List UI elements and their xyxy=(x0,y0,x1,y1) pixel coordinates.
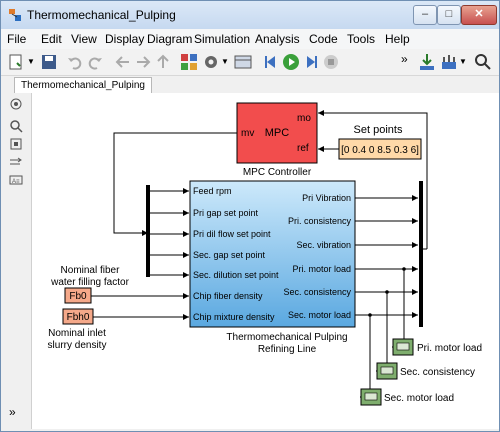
fbh0-label-line1: Nominal inlet xyxy=(48,328,106,339)
menu-analysis[interactable]: Analysis xyxy=(255,32,300,46)
output-sec-motor-load: Sec. motor load xyxy=(288,310,351,320)
output-pri-motor-load: Pri. motor load xyxy=(292,264,351,274)
fb0-name: Fb0 xyxy=(69,291,87,302)
menu-simulation[interactable]: Simulation xyxy=(194,32,250,46)
menu-tools[interactable]: Tools xyxy=(347,32,375,46)
scope-label-sec-consistency: Sec. consistency xyxy=(400,367,475,378)
library-browser-icon[interactable] xyxy=(179,52,199,72)
svg-text:A≡: A≡ xyxy=(12,179,20,185)
mpc-port-mo: mo xyxy=(297,113,311,124)
up-icon[interactable] xyxy=(153,52,173,72)
undo-icon[interactable] xyxy=(65,52,85,72)
simulink-model-icon xyxy=(9,9,21,21)
input-feed-rpm: Feed rpm xyxy=(193,186,232,196)
mpc-label: MPC Controller xyxy=(243,167,312,178)
input-pri-dil: Pri dil flow set point xyxy=(193,229,271,239)
redo-icon[interactable] xyxy=(85,52,105,72)
menu-help[interactable]: Help xyxy=(385,32,410,46)
scope-label-pri-motor-load: Pri. motor load xyxy=(417,343,482,354)
scope-label-sec-motor-load: Sec. motor load xyxy=(384,393,454,404)
left-palette: A≡ » xyxy=(1,93,32,429)
settings-dropdown-icon[interactable]: ▼ xyxy=(221,57,229,77)
fb0-label-line1: Nominal fiber xyxy=(61,265,121,276)
toolbar-overflow-icon[interactable]: » xyxy=(401,52,413,72)
input-chip-fiber: Chip fiber density xyxy=(193,291,263,301)
fit-to-view-icon[interactable] xyxy=(9,137,23,151)
input-demux-bar xyxy=(146,185,150,277)
search-icon[interactable] xyxy=(473,52,493,72)
menu-code[interactable]: Code xyxy=(309,32,338,46)
settings-gear-icon[interactable] xyxy=(201,52,221,72)
hide-show-icon[interactable] xyxy=(9,97,23,111)
expand-palette-icon[interactable]: » xyxy=(9,405,23,419)
mpc-port-ref: ref xyxy=(297,143,309,154)
maximize-button[interactable]: □ xyxy=(437,5,461,25)
fb0-label-line2: water filling factor xyxy=(50,277,129,288)
arrow-icon[interactable] xyxy=(9,155,23,169)
output-mux-bar xyxy=(419,181,423,327)
toolbar: ▼ ▼ » ▼ xyxy=(1,49,499,76)
input-sec-dilution: Sec. dilution set point xyxy=(193,270,279,280)
output-pri-vibration: Pri Vibration xyxy=(302,193,351,203)
step-back-icon[interactable] xyxy=(261,52,281,72)
plant-label-line1: Thermomechanical Pulping xyxy=(226,332,347,343)
menu-view[interactable]: View xyxy=(71,32,97,46)
minimize-button[interactable]: – xyxy=(413,5,437,25)
plant-label-line2: Refining Line xyxy=(258,344,317,355)
fbh0-name: Fbh0 xyxy=(67,312,90,323)
new-dropdown-icon[interactable]: ▼ xyxy=(27,57,35,77)
close-button[interactable]: ✕ xyxy=(461,5,497,25)
model-explorer-icon[interactable] xyxy=(233,52,253,72)
mpc-title: MPC xyxy=(265,127,290,139)
forward-icon[interactable] xyxy=(133,52,153,72)
build-icon[interactable] xyxy=(439,52,459,72)
menu-bar: File Edit View Display Diagram Simulatio… xyxy=(1,29,499,49)
annotation-icon[interactable]: A≡ xyxy=(9,173,23,187)
plant-input-ports xyxy=(150,188,189,278)
output-pri-consistency: Pri. consistency xyxy=(288,216,352,226)
fbh0-label-line2: slurry density xyxy=(48,340,107,351)
tab-bar: Thermomechanical_Pulping xyxy=(1,76,499,94)
menu-edit[interactable]: Edit xyxy=(41,32,62,46)
input-sec-gap: Sec. gap set point xyxy=(193,250,266,260)
deploy-icon[interactable] xyxy=(417,52,437,72)
tab-thermomechanical-pulping[interactable]: Thermomechanical_Pulping xyxy=(14,77,152,93)
output-sec-vibration: Sec. vibration xyxy=(296,240,351,250)
menu-file[interactable]: File xyxy=(7,32,26,46)
input-chip-mixture: Chip mixture density xyxy=(193,312,275,322)
zoom-icon[interactable] xyxy=(9,119,23,133)
diagram-canvas[interactable]: MPC mv mo ref MPC Controller Set points … xyxy=(32,93,499,429)
window-title: Thermomechanical_Pulping xyxy=(27,8,176,22)
menu-diagram[interactable]: Diagram xyxy=(147,32,192,46)
setpoints-value: [0 0.4 0 8.5 0.3 6] xyxy=(341,145,419,156)
setpoints-title: Set points xyxy=(354,124,403,136)
build-dropdown-icon[interactable]: ▼ xyxy=(459,57,467,77)
step-forward-icon[interactable] xyxy=(301,52,321,72)
output-sec-consistency: Sec. consistency xyxy=(283,287,351,297)
title-bar: Thermomechanical_Pulping – □ ✕ xyxy=(1,1,499,29)
model-window: Thermomechanical_Pulping – □ ✕ File Edit… xyxy=(0,0,500,432)
block-diagram: MPC mv mo ref MPC Controller Set points … xyxy=(48,102,482,406)
mpc-port-mv: mv xyxy=(241,128,254,139)
stop-icon[interactable] xyxy=(321,52,341,72)
save-icon[interactable] xyxy=(39,52,59,72)
new-model-icon[interactable] xyxy=(7,52,27,72)
menu-display[interactable]: Display xyxy=(105,32,144,46)
back-icon[interactable] xyxy=(113,52,133,72)
input-pri-gap: Pri gap set point xyxy=(193,208,259,218)
run-icon[interactable] xyxy=(281,52,301,72)
